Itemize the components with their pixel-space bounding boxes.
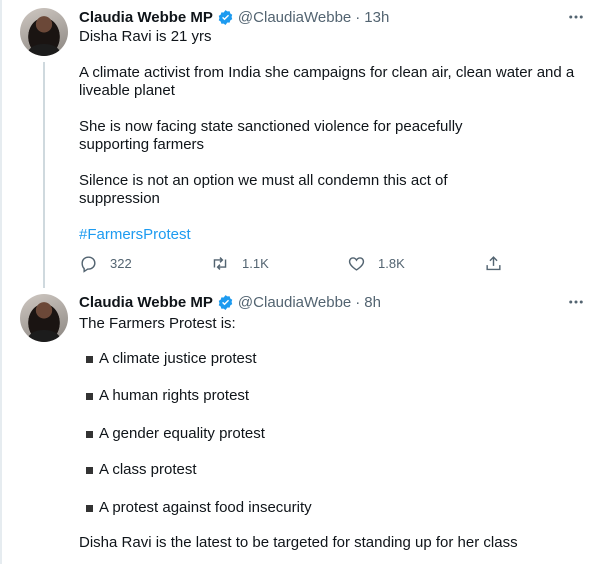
tweet-header: Claudia Webbe MP @ClaudiaWebbe · 8h	[79, 292, 381, 312]
retweet-count: 1.1K	[242, 256, 269, 271]
separator-dot: ·	[355, 8, 361, 26]
list-item-text: A gender equality protest	[99, 425, 265, 442]
verified-badge-icon	[217, 294, 234, 311]
list-item: A human rights protest	[86, 387, 249, 405]
bullet-square-icon	[86, 355, 93, 363]
share-icon	[486, 256, 501, 271]
more-icon[interactable]	[566, 7, 586, 27]
avatar[interactable]	[20, 8, 68, 56]
tweet-text-line: Silence is not an option we must all con…	[79, 172, 448, 207]
list-item-text: A protest against food insecurity	[99, 499, 312, 516]
like-button[interactable]: 1.8K	[347, 254, 405, 273]
avatar[interactable]	[20, 294, 68, 342]
tweet[interactable]: Claudia Webbe MP @ClaudiaWebbe · 13h Dis…	[0, 0, 600, 290]
author-handle[interactable]: @ClaudiaWebbe	[238, 294, 351, 311]
retweet-button[interactable]: 1.1K	[210, 254, 269, 273]
verified-badge-icon	[217, 9, 234, 26]
list-item: A protest against food insecurity	[86, 499, 312, 517]
list-item: A class protest	[86, 461, 197, 479]
bullet-square-icon	[86, 466, 93, 474]
separator-dot: ·	[355, 293, 361, 311]
share-button[interactable]	[484, 254, 503, 273]
retweet-icon	[213, 257, 227, 270]
list-item: A climate justice protest	[86, 350, 257, 368]
reply-count: 322	[110, 256, 132, 271]
list-item-text: A climate justice protest	[99, 350, 257, 367]
list-item-text: A class protest	[99, 461, 197, 478]
bullet-square-icon	[86, 504, 93, 512]
list-item-text: A human rights protest	[99, 387, 250, 404]
tweet-text-line: Disha Ravi is the latest to be targeted …	[79, 534, 518, 551]
hashtag-link[interactable]: #FarmersProtest	[79, 226, 584, 244]
author-name[interactable]: Claudia Webbe MP	[79, 294, 213, 311]
timestamp[interactable]: 13h	[364, 9, 389, 26]
more-icon[interactable]	[566, 292, 586, 312]
like-count: 1.8K	[378, 256, 405, 271]
author-handle[interactable]: @ClaudiaWebbe	[238, 9, 351, 26]
list-item: A gender equality protest	[86, 425, 265, 443]
like-icon	[348, 257, 365, 271]
tweet-text-line: A climate activist from India she campai…	[79, 64, 575, 99]
thread-connector-line	[43, 62, 45, 288]
bullet-square-icon	[86, 392, 93, 400]
timestamp[interactable]: 8h	[364, 294, 381, 311]
reply-icon	[81, 256, 96, 273]
tweet-text-line: The Farmers Protest is:	[79, 315, 236, 332]
tweet-text-line: She is now facing state sanctioned viole…	[79, 118, 463, 153]
bullet-square-icon	[86, 430, 93, 438]
tweet[interactable]: Claudia Webbe MP @ClaudiaWebbe · 8h The …	[0, 290, 600, 564]
author-name[interactable]: Claudia Webbe MP	[79, 9, 213, 26]
reply-button[interactable]: 322	[79, 254, 132, 273]
tweet-header: Claudia Webbe MP @ClaudiaWebbe · 13h	[79, 7, 389, 27]
tweet-text-line: Disha Ravi is 21 yrs	[79, 28, 212, 45]
